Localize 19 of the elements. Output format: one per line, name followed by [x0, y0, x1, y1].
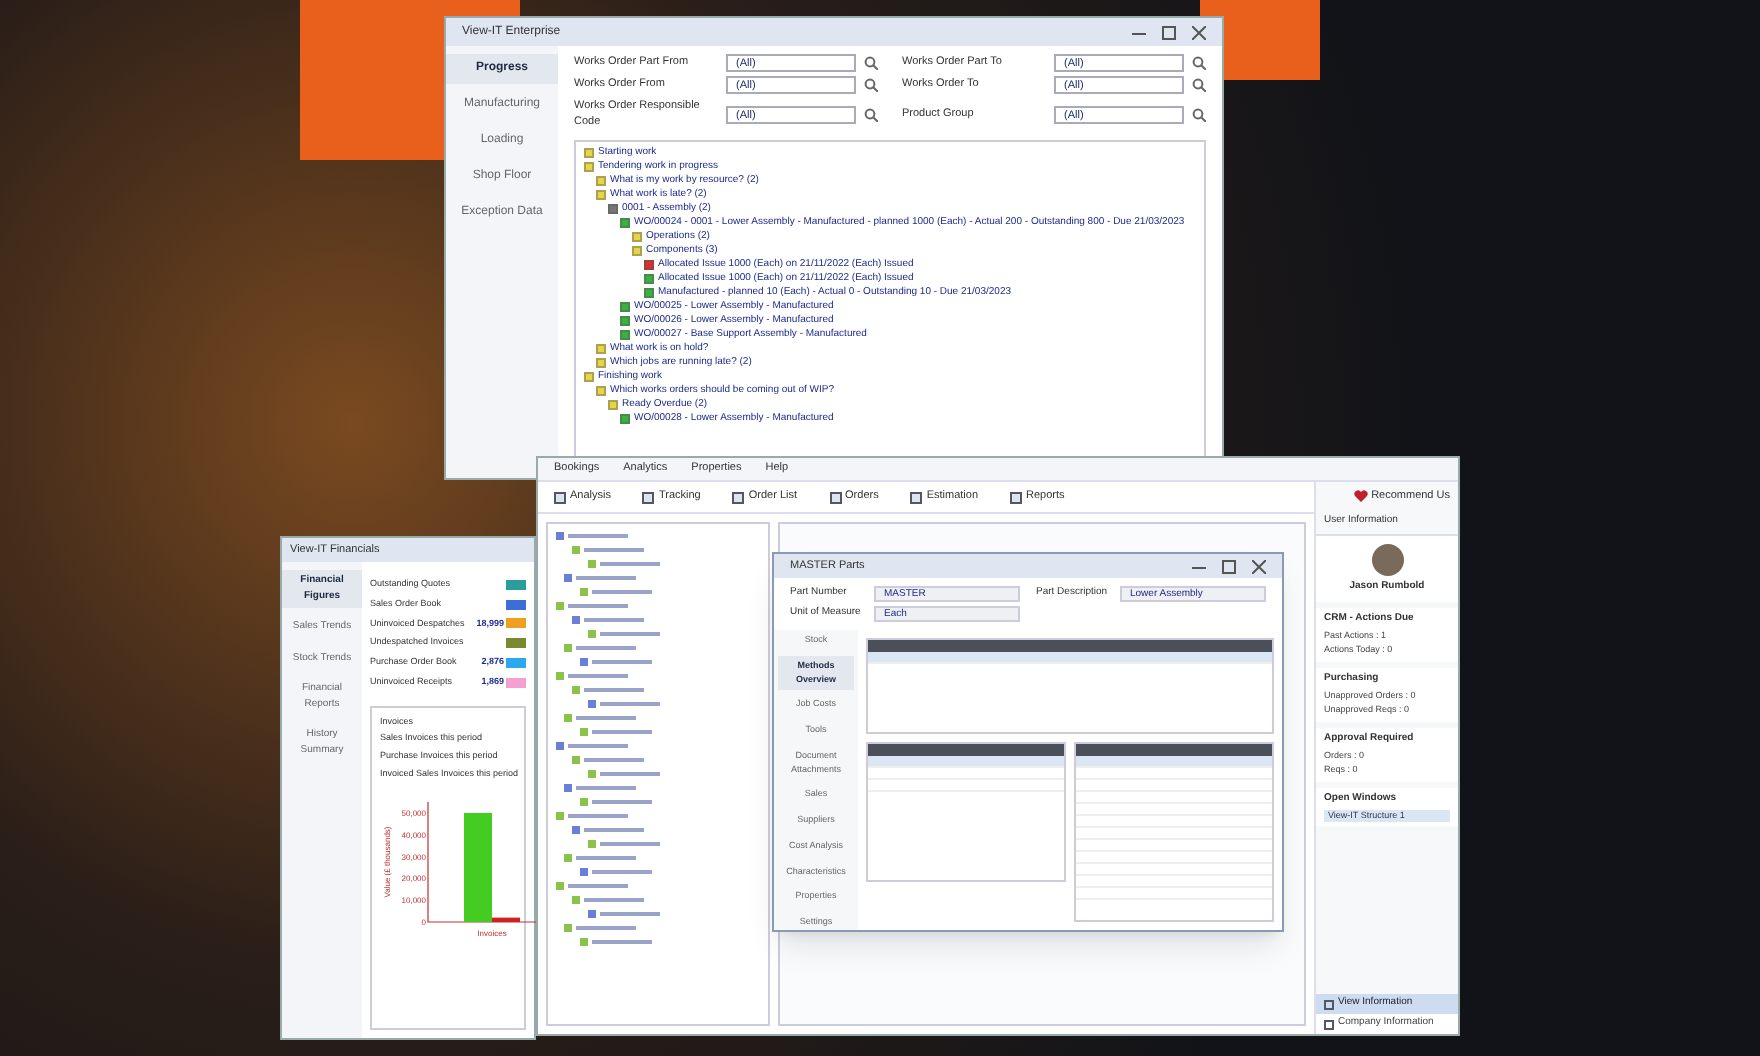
maximize-icon[interactable]	[1162, 25, 1176, 39]
search-icon[interactable]	[1192, 107, 1206, 122]
search-icon[interactable]	[864, 56, 878, 70]
close-icon[interactable]	[1252, 559, 1266, 573]
avatar	[1371, 543, 1403, 575]
document-icon	[554, 491, 566, 503]
search-icon[interactable]	[864, 78, 878, 92]
document-icon	[642, 491, 655, 503]
close-icon[interactable]	[1192, 25, 1206, 39]
heart-icon	[1353, 490, 1368, 502]
document-icon	[829, 491, 842, 503]
document-icon	[1010, 491, 1023, 503]
search-icon[interactable]	[864, 107, 878, 122]
document-icon	[910, 491, 923, 503]
y-axis	[427, 800, 537, 922]
search-icon[interactable]	[1192, 78, 1206, 92]
search-icon[interactable]	[1192, 56, 1206, 70]
maximize-icon[interactable]	[1222, 559, 1236, 573]
document-icon	[732, 491, 745, 503]
